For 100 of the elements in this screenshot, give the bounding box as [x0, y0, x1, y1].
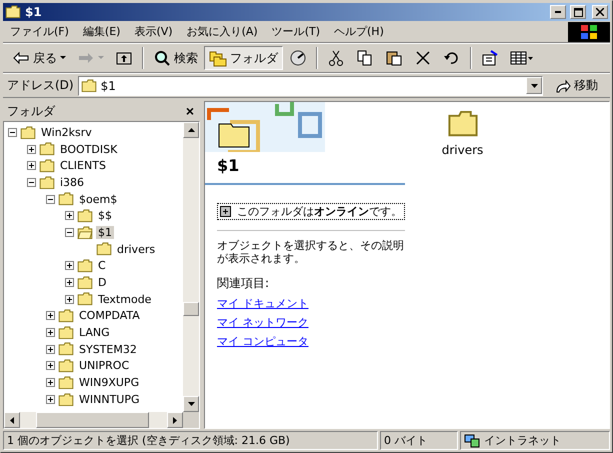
dropdown-button[interactable]: [526, 77, 542, 94]
folder-icon: [446, 110, 478, 138]
search-icon: [153, 49, 171, 67]
scroll-thumb[interactable]: [36, 412, 149, 428]
online-status: このフォルダはオンラインです。: [237, 204, 402, 219]
scroll-down-button[interactable]: [183, 396, 199, 412]
folder-icon: [58, 376, 74, 390]
go-button[interactable]: 移動: [547, 74, 606, 96]
toolbar-button[interactable]: 戻る: [7, 46, 71, 70]
menu-item[interactable]: ヘルプ(H): [327, 24, 391, 39]
expand-icon[interactable]: [46, 328, 55, 338]
menu-item[interactable]: ツール(T): [264, 24, 327, 39]
tree-item[interactable]: Textmode: [96, 292, 154, 306]
menu-item[interactable]: ファイル(F): [3, 24, 76, 39]
related-label: 関連項目:: [217, 275, 270, 292]
status-size: 0 バイト: [380, 431, 458, 450]
address-field[interactable]: $1: [78, 76, 543, 96]
expand-icon[interactable]: [46, 311, 55, 320]
tree-item[interactable]: Win2ksrv: [39, 126, 94, 139]
scroll-left-button[interactable]: [4, 412, 20, 428]
menu-item[interactable]: お気に入り(A): [180, 24, 265, 39]
related-link[interactable]: マイ ドキュメント: [217, 296, 308, 311]
folder-icon: [58, 392, 74, 406]
file-label[interactable]: drivers: [442, 143, 484, 158]
caret-icon: [98, 56, 104, 60]
folder-icon: [39, 142, 55, 156]
folder-icon: [96, 242, 112, 256]
minimize-icon: [555, 11, 561, 13]
tree-item[interactable]: BOOTDISK: [58, 142, 120, 156]
tree-item[interactable]: COMPDATA: [77, 309, 142, 322]
close-button[interactable]: ×: [184, 103, 196, 119]
menu-item[interactable]: 表示(V): [127, 24, 180, 39]
expand-icon[interactable]: [27, 161, 36, 170]
tree-item[interactable]: D: [96, 276, 108, 290]
collapse-icon[interactable]: [8, 128, 17, 137]
windows-logo: [568, 22, 610, 42]
folder-icon: [39, 176, 55, 190]
minimize-button[interactable]: [550, 5, 566, 19]
close-icon: [596, 8, 604, 16]
expand-icon[interactable]: [65, 211, 74, 220]
tree-item[interactable]: WIN9XUPG: [77, 376, 142, 390]
expand-icon[interactable]: [46, 378, 55, 388]
delete-icon: [414, 49, 432, 67]
tree-item[interactable]: $$: [96, 209, 114, 222]
tree-item[interactable]: LANG: [77, 326, 112, 340]
folder-icon: [77, 259, 93, 273]
maximize-button[interactable]: [570, 5, 586, 19]
tree-item[interactable]: WINNTUPG: [77, 392, 142, 406]
paste-icon: [385, 49, 403, 67]
scrollbar-corner: [183, 412, 199, 428]
collapse-icon[interactable]: [27, 178, 36, 187]
scroll-thumb[interactable]: [183, 302, 199, 316]
caret-icon: [530, 84, 538, 88]
properties-icon: [481, 49, 499, 67]
expand-icon[interactable]: [46, 344, 55, 354]
collapse-icon[interactable]: [65, 228, 74, 237]
tree-item[interactable]: $oem$: [77, 192, 120, 206]
open-folder-icon: [77, 226, 93, 240]
tree-item[interactable]: SYSTEM32: [77, 342, 139, 356]
collapse-icon[interactable]: [46, 194, 55, 204]
folder-icon: [39, 158, 55, 173]
tree-item[interactable]: CLIENTS: [58, 159, 108, 172]
caret-icon: [60, 56, 66, 60]
horizontal-scrollbar[interactable]: [4, 412, 183, 428]
expand-icon[interactable]: [27, 144, 36, 154]
scroll-up-button[interactable]: [183, 122, 199, 138]
close-button[interactable]: [592, 5, 608, 19]
up-arrow-icon: [188, 128, 194, 132]
expand-icon[interactable]: [220, 206, 231, 217]
tree-item[interactable]: $1: [96, 226, 114, 239]
left-arrow-icon: [10, 416, 14, 424]
tree-item[interactable]: C: [96, 259, 108, 272]
folder-icon: [58, 309, 74, 323]
folder-icon: [77, 276, 93, 290]
folder-icon: [80, 78, 97, 92]
copy-icon: [356, 49, 374, 67]
related-link[interactable]: マイ ネットワーク: [217, 315, 308, 330]
folder-icon: [58, 342, 74, 356]
folder-icon: [20, 126, 36, 140]
expand-icon[interactable]: [46, 361, 55, 370]
toolbar-button[interactable]: フォルダ: [204, 46, 283, 70]
status-selection: 1 個のオブジェクトを選択 (空きディスク領域: 21.6 GB): [3, 431, 378, 450]
tree-item[interactable]: UNIPROC: [77, 359, 132, 372]
toolbar-button[interactable]: 検索: [148, 46, 203, 70]
folders-icon: [209, 49, 227, 67]
back-arrow-icon: [12, 49, 30, 67]
expand-icon[interactable]: [65, 294, 74, 304]
go-arrow-icon: [555, 78, 571, 92]
down-arrow-icon: [188, 402, 194, 406]
related-link[interactable]: マイ コンピュータ: [217, 334, 308, 349]
maximize-icon: [574, 8, 582, 16]
folder-icon: [58, 326, 74, 340]
vertical-scrollbar[interactable]: [183, 122, 199, 412]
tree-item[interactable]: drivers: [115, 242, 158, 256]
tree-item[interactable]: i386: [58, 176, 86, 189]
menu-item[interactable]: 編集(E): [76, 24, 128, 39]
expand-icon[interactable]: [46, 394, 55, 404]
scroll-right-button[interactable]: [167, 412, 183, 428]
expand-icon[interactable]: [65, 278, 74, 288]
expand-icon[interactable]: [65, 261, 74, 270]
